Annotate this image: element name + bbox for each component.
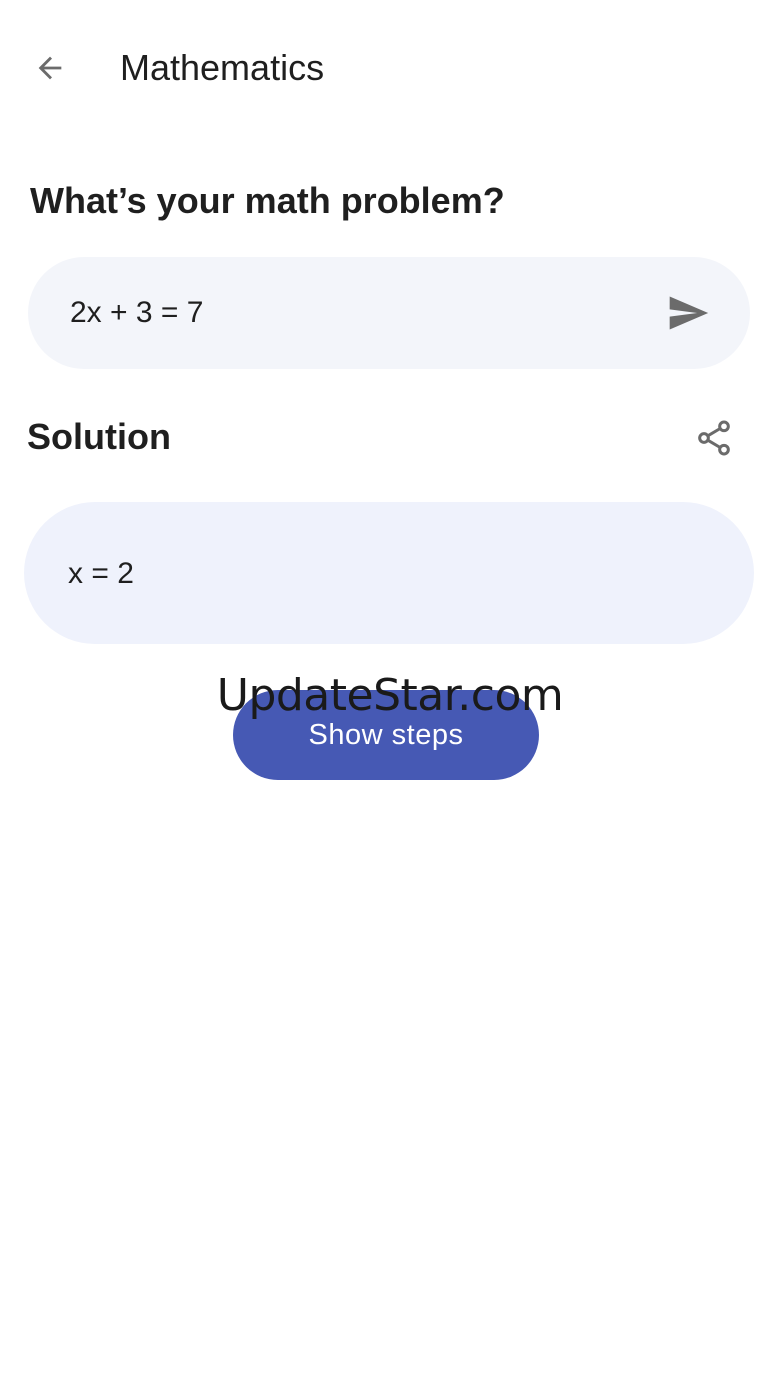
solution-heading: Solution bbox=[27, 416, 171, 457]
send-button[interactable] bbox=[662, 287, 714, 339]
page-title: Mathematics bbox=[120, 47, 325, 88]
arrow-left-icon bbox=[38, 56, 62, 80]
show-steps-button[interactable]: Show steps bbox=[233, 690, 539, 780]
problem-input[interactable] bbox=[70, 287, 650, 339]
share-icon bbox=[698, 420, 730, 456]
problem-field bbox=[28, 257, 750, 369]
back-button[interactable] bbox=[26, 46, 74, 90]
solution-card: x = 2 bbox=[24, 502, 754, 644]
solution-result: x = 2 bbox=[68, 557, 134, 590]
send-icon bbox=[669, 296, 709, 330]
share-button[interactable] bbox=[690, 414, 738, 462]
problem-heading: What’s your math problem? bbox=[30, 180, 505, 221]
app-bar: Mathematics bbox=[0, 0, 780, 136]
